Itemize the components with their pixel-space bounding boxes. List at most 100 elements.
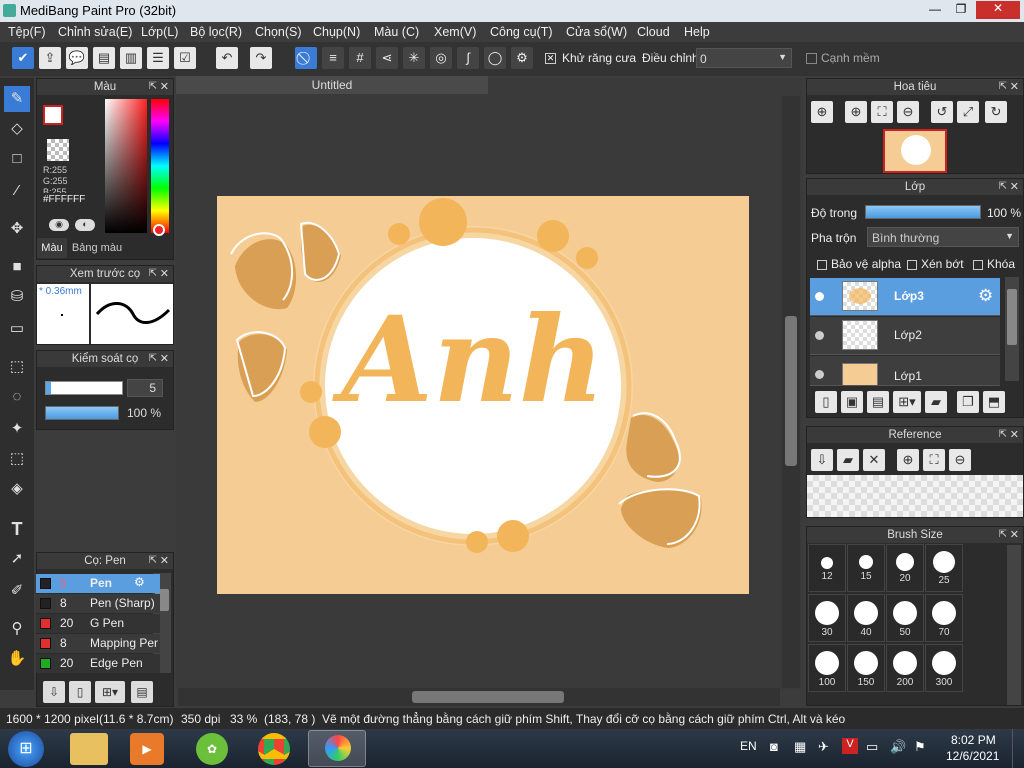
menu-select[interactable]: Chọn(S) [255,25,302,39]
perspective-ruler-icon[interactable]: ⋖ [376,47,398,69]
hue-slider[interactable] [151,99,169,233]
no-ruler-icon[interactable]: ⃠ [295,47,317,69]
brush-size-70[interactable]: 70 [925,594,963,642]
horizontal-scroll-thumb[interactable] [412,691,564,703]
popout-icon[interactable]: ⇱ [149,79,157,95]
fill-rect-tool-icon[interactable]: ■ [4,254,30,280]
restore-icon[interactable]: ❐ [948,2,974,18]
brush-size-30[interactable]: 30 [808,594,846,642]
minimize-icon[interactable]: — [922,2,948,18]
medibang-taskbar-button[interactable] [308,730,366,767]
add-layer-menu-icon[interactable]: ⊞▾ [893,391,921,413]
new-layer-icon[interactable]: ▯ [815,391,837,413]
reference-image-area[interactable] [807,475,1023,517]
palette-icon[interactable]: ◉ [49,219,69,231]
cloud-download-icon[interactable]: ⇩ [43,681,65,703]
brush-size-12[interactable]: 12 [808,544,846,592]
close-icon[interactable]: ✕ [1010,179,1019,195]
popout-icon[interactable]: ⇱ [149,266,157,282]
undo-icon[interactable]: ↶ [216,47,238,69]
document-tab[interactable]: Untitled [176,76,488,94]
brush-size-40[interactable]: 40 [847,594,885,642]
brush-item-mapping-pen[interactable]: 8 Mapping Pen [36,634,160,653]
new-halftone-layer-icon[interactable]: ▣ [841,391,863,413]
add-brush-menu-icon[interactable]: ⊞▾ [95,681,125,703]
brush-size-25[interactable]: 25 [925,544,963,592]
tab-color[interactable]: Màu [37,238,67,258]
media-player-icon[interactable]: ▶ [130,733,164,765]
clipping-checkbox[interactable]: Xén bớt [907,257,964,271]
close-icon[interactable]: ✕ [160,351,169,367]
move-tool-icon[interactable]: ✥ [4,216,30,242]
menu-filter[interactable]: Bộ lọc(R) [190,25,242,39]
close-icon[interactable]: ✕ [863,449,885,471]
brush-settings-icon[interactable]: ▤ [131,681,153,703]
list-icon[interactable]: ☰ [147,47,169,69]
popout-icon[interactable]: ⇱ [999,79,1007,95]
brush-size-100[interactable]: 100 [808,644,846,692]
checklist-icon[interactable]: ☑ [174,47,196,69]
bluetooth-icon[interactable]: ✈ [818,739,829,755]
rotate-left-icon[interactable]: ↺ [931,101,953,123]
network-icon[interactable]: ▦ [794,739,806,755]
text-tool-icon[interactable]: T [4,516,30,542]
menu-window[interactable]: Cửa sổ(W) [566,25,627,39]
brush-size-300[interactable]: 300 [925,644,963,692]
menu-cloud[interactable]: Cloud [637,25,670,39]
start-button-icon[interactable]: ⊞ [8,731,44,767]
select-eraser-tool-icon[interactable]: ◈ [4,476,30,502]
close-icon[interactable]: ✕ [160,266,169,282]
rotate-right-icon[interactable]: ↻ [985,101,1007,123]
lock-checkbox[interactable]: Khóa [973,257,1015,271]
menu-color[interactable]: Màu (C) [374,25,419,39]
eye-icon[interactable] [815,370,824,379]
lasso-tool-icon[interactable]: ◌ [4,384,30,410]
brush-item-pen-sharp[interactable]: 8 Pen (Sharp) [36,594,160,613]
transparent-swatch[interactable] [47,139,69,161]
brush-size-scrollbar[interactable] [1007,545,1021,705]
concentric-ruler-icon[interactable]: ◎ [430,47,452,69]
brush-size-200[interactable]: 200 [886,644,924,692]
canvas-horizontal-scrollbar[interactable] [178,688,780,706]
brush-size-20[interactable]: 20 [886,544,924,592]
cloud-download-icon[interactable]: ⇩ [811,449,833,471]
radial-ruler-icon[interactable]: ✳ [403,47,425,69]
file-explorer-icon[interactable] [70,733,108,765]
blend-mode-select[interactable]: Bình thường ▼ [867,227,1019,247]
folder-icon[interactable]: ▰ [925,391,947,413]
divide-tool-icon[interactable]: ✐ [4,578,30,604]
shape-tool-icon[interactable]: □ [4,146,30,172]
show-desktop-button[interactable] [1012,729,1024,768]
open-folder-icon[interactable]: ▰ [837,449,859,471]
clock-date[interactable]: 12/6/2021 [946,749,999,763]
zalo-icon[interactable]: ◙ [770,739,778,754]
brush-item-g-pen[interactable]: 20 G Pen [36,614,160,633]
brush-item-edge-pen[interactable]: 20 Edge Pen [36,654,160,673]
popout-icon[interactable]: ⇱ [999,527,1007,543]
hue-handle[interactable] [153,224,165,236]
chrome-icon[interactable] [258,733,290,765]
grid-ruler-icon[interactable]: # [349,47,371,69]
eyedropper-tool-icon[interactable]: ⚲ [4,616,30,642]
brush-size-50[interactable]: 50 [886,594,924,642]
gear-icon[interactable]: ⚙ [978,286,993,306]
close-icon[interactable]: ✕ [1010,527,1019,543]
layer-row-1[interactable]: Lớp1 [810,356,1000,386]
clock-time[interactable]: 8:02 PM [951,733,996,747]
settings-gear-icon[interactable]: ⚙ [511,47,533,69]
brush-size-input[interactable]: 5 [127,379,163,397]
bucket-tool-icon[interactable]: ⛁ [4,284,30,310]
fit-icon[interactable]: ⛶ [871,101,893,123]
language-indicator[interactable]: EN [740,739,757,753]
protect-alpha-checkbox[interactable]: Bảo vệ alpha [817,257,901,271]
brush-size-slider[interactable] [45,381,123,395]
operation-tool-icon[interactable]: ➚ [4,546,30,572]
layer-scroll-thumb[interactable] [1007,289,1017,345]
fit-icon[interactable]: ⛶ [923,449,945,471]
merge-layer-icon[interactable]: ⬒ [983,391,1005,413]
cloud-save-icon[interactable]: ✔ [12,47,34,69]
adjust-select[interactable]: 0 ▼ [696,48,792,68]
popout-icon[interactable]: ⇱ [999,427,1007,443]
duplicate-layer-icon[interactable]: ❐ [957,391,979,413]
color-wheel-icon[interactable]: ◐ [75,219,95,231]
